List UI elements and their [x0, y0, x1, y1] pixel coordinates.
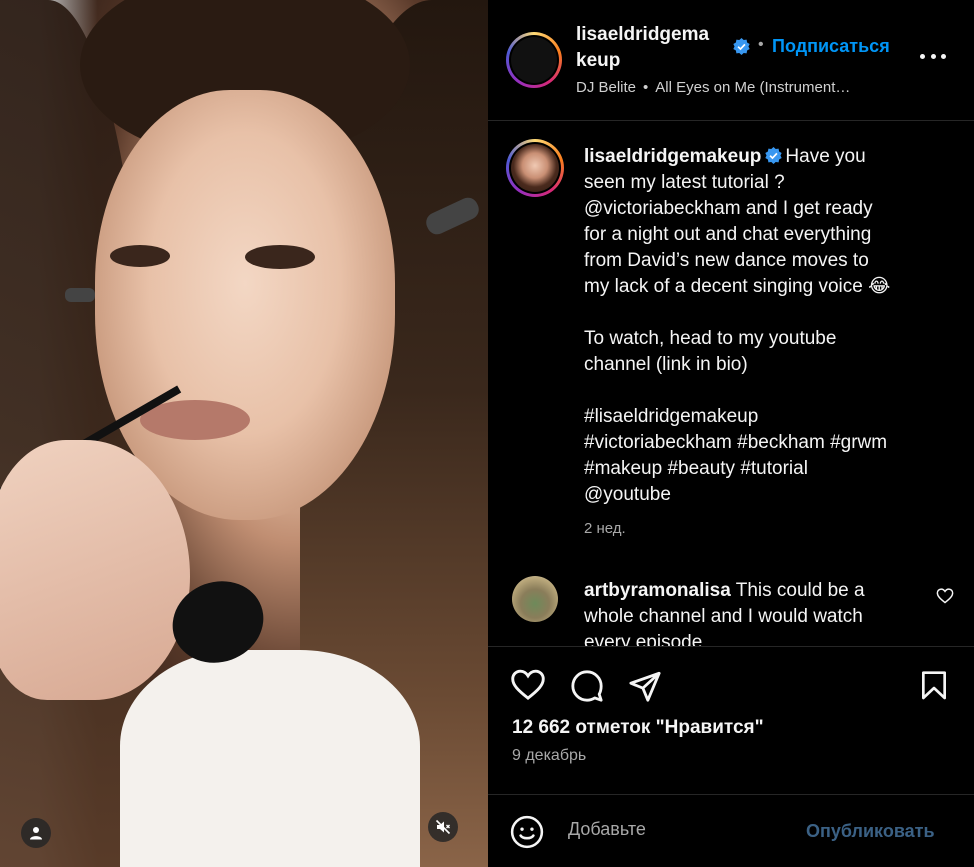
verified-badge-icon — [733, 38, 750, 55]
audio-track: All Eyes on Me (Instrument… — [655, 79, 851, 96]
header-separator-dot: • — [758, 36, 764, 53]
comment-like-heart-icon[interactable] — [936, 588, 954, 604]
caption-author-avatar-photo — [511, 144, 559, 192]
heart-icon[interactable] — [510, 669, 546, 701]
comment-input[interactable] — [568, 819, 788, 840]
media-eye-left — [110, 245, 170, 267]
post-caption: lisaeldridgemakeup Have you seen my lates… — [584, 144, 934, 508]
commenter-avatar[interactable] — [512, 576, 558, 622]
caption-username[interactable]: lisaeldridgemakeup — [584, 146, 761, 167]
verified-badge-icon — [765, 146, 783, 164]
audio-artist: DJ Belite — [576, 79, 637, 96]
caption-text: my lack of a decent singing voice 😂 — [584, 276, 891, 297]
post-details-panel: lisaeldridgema keup • Подписаться DJ Bel… — [488, 0, 974, 867]
emoji-smile-icon[interactable] — [510, 815, 544, 849]
tagged-users-button[interactable] — [21, 818, 51, 848]
speaker-muted-icon — [435, 819, 451, 835]
mute-toggle-button[interactable] — [428, 812, 458, 842]
hashtag-link: #lisaeldridgemakeup — [584, 406, 759, 427]
caption-text: Have you — [785, 146, 866, 167]
follow-button[interactable]: Подписаться — [772, 36, 890, 57]
hashtag-link: #victoriabeckham #beckham #grwm — [584, 432, 888, 453]
media-face — [95, 90, 395, 520]
caption-text: seen my latest tutorial ? — [584, 172, 785, 193]
media-eye-right — [245, 245, 315, 269]
author-username[interactable]: lisaeldridgema keup — [576, 22, 726, 74]
commenter-username[interactable]: artbyramonalisa — [584, 580, 731, 601]
comment-text: every episode — [584, 632, 703, 646]
caption-text: for a night out and chat everything — [584, 224, 872, 245]
comment-text: whole channel and I would watch — [584, 606, 863, 627]
bookmark-icon[interactable] — [918, 669, 950, 703]
likes-count[interactable]: 12 662 отметок "Нравится" — [512, 717, 764, 739]
caption-text: channel (link in bio) — [584, 354, 748, 375]
author-avatar[interactable] — [506, 32, 562, 88]
comment-text: This could be a — [735, 580, 865, 601]
user-icon — [30, 827, 42, 840]
hashtag-link: #makeup #beauty #tutorial — [584, 458, 808, 479]
more-options-icon[interactable] — [920, 54, 946, 60]
publish-button[interactable]: Опубликовать — [806, 821, 935, 842]
comment: artbyramonalisa This could be a whole ch… — [584, 578, 914, 646]
caption-timestamp[interactable]: 2 нед. — [584, 520, 626, 537]
audio-attribution[interactable]: DJ Belite • All Eyes on Me (Instrument… — [576, 79, 850, 96]
post-header: lisaeldridgema keup • Подписаться DJ Bel… — [488, 0, 974, 121]
comment-bubble-icon[interactable] — [570, 669, 604, 703]
author-avatar-photo — [511, 37, 557, 83]
post-date[interactable]: 9 декабрь — [512, 747, 586, 765]
paper-plane-icon[interactable] — [628, 669, 662, 703]
mention-link: @victoriabeckham and I get ready — [584, 198, 873, 219]
caption-text: To watch, head to my youtube — [584, 328, 837, 349]
comments-list[interactable]: lisaeldridgemakeup Have you seen my lates… — [488, 122, 974, 646]
post-media[interactable] — [0, 0, 488, 867]
caption-text: from David’s new dance moves to — [584, 250, 869, 271]
caption-author-avatar[interactable] — [506, 139, 564, 197]
add-comment-bar: Опубликовать — [488, 794, 974, 867]
mention-link: @youtube — [584, 484, 671, 505]
post-actions: 12 662 отметок "Нравится" 9 декабрь — [488, 646, 974, 794]
media-shirt — [120, 650, 420, 867]
media-hair-clip — [65, 288, 95, 302]
